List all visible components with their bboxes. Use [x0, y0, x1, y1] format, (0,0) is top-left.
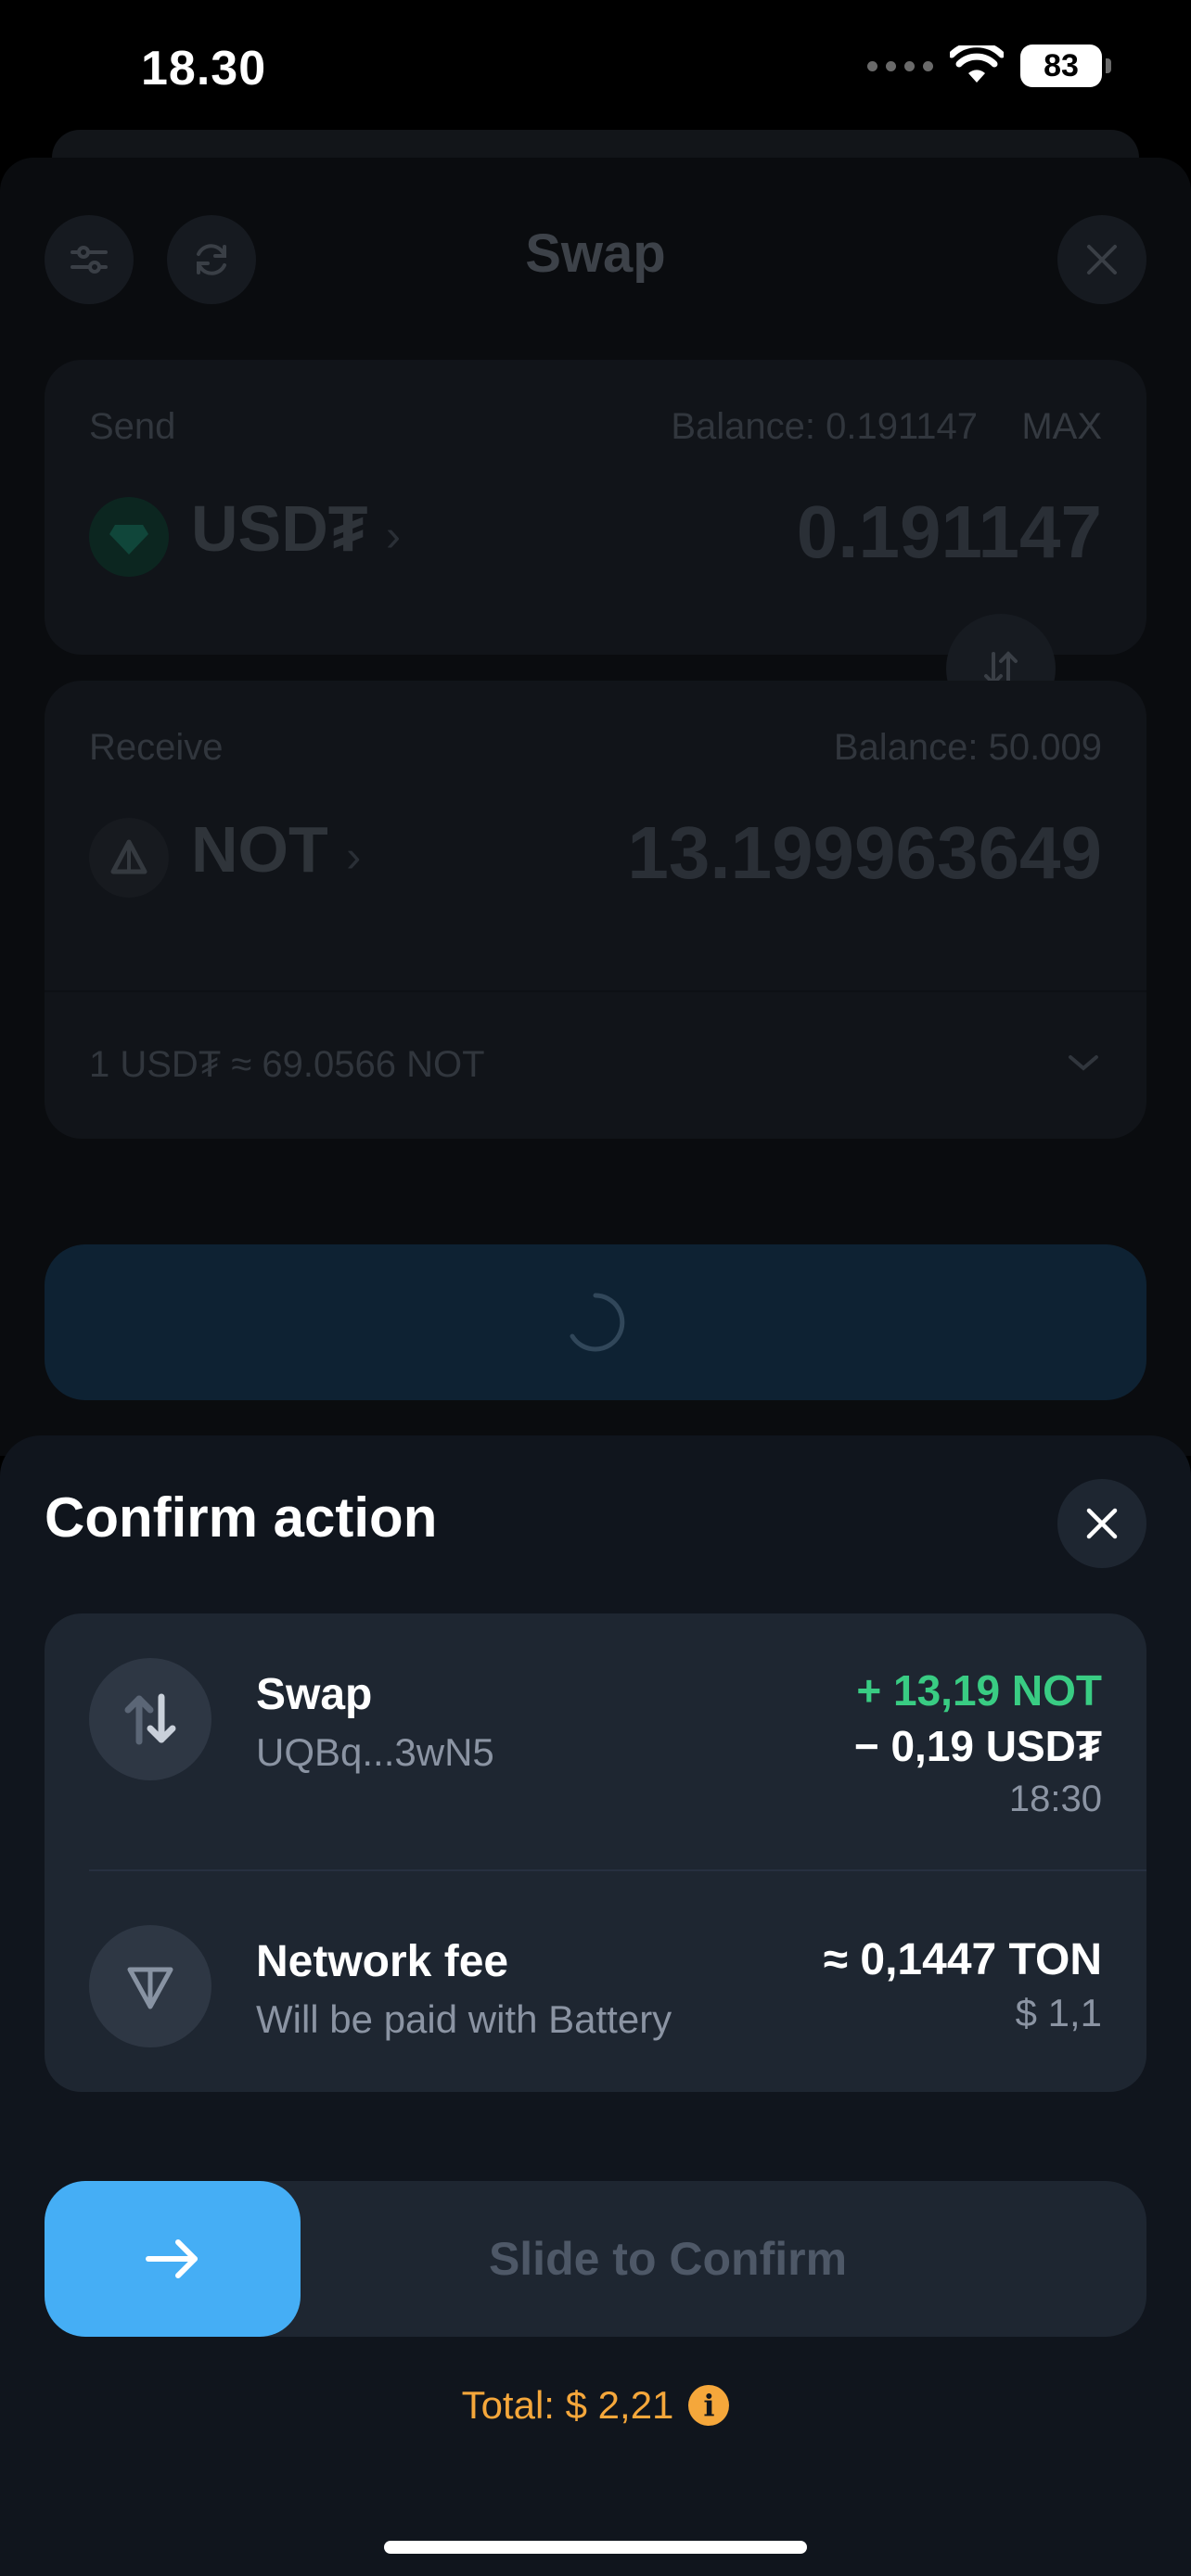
status-bar: 18.30 83: [0, 0, 1191, 139]
battery-icon: 83: [1020, 45, 1111, 87]
action-details-card: Swap UQBq...3wN5 + 13,19 NOT − 0,19 USD₮…: [45, 1613, 1146, 2092]
receive-token-name: NOT: [191, 813, 328, 886]
swap-row-title: Swap: [256, 1670, 373, 1719]
send-card: Send Balance: 0.191147 MAX USD₮ › 0.1911…: [45, 360, 1146, 655]
confirm-action-sheet: Confirm action Swap UQBq...3wN5 + 13,19 …: [0, 1435, 1191, 2576]
not-token-icon: [89, 818, 169, 898]
row-divider: [89, 1869, 1146, 1871]
swap-time: 18:30: [1008, 1779, 1102, 1819]
receive-balance: Balance: 50.009: [833, 727, 1102, 768]
receive-label: Receive: [89, 727, 224, 768]
send-balance: Balance: 0.191147: [671, 406, 978, 447]
swap-row-amounts: + 13,19 NOT − 0,19 USD₮ 18:30: [854, 1665, 1102, 1820]
close-icon: [1086, 1508, 1118, 1539]
swap-close-button[interactable]: [1057, 215, 1146, 304]
chevron-right-icon: ›: [386, 512, 401, 561]
sheet-title: Confirm action: [45, 1486, 438, 1549]
receive-token-selector[interactable]: NOT ›: [191, 812, 361, 886]
fee-row-subtitle: Will be paid with Battery: [256, 1997, 672, 2041]
fee-row-title: Network fee: [256, 1937, 509, 1986]
receive-amount: 13.199963649: [627, 811, 1102, 894]
arrow-right-icon: [146, 2239, 198, 2278]
ton-icon: [127, 1967, 173, 2009]
exchange-rate: 1 USD₮ ≈ 69.0566 NOT: [89, 1044, 485, 1085]
fee-usd: $ 1,1: [1015, 1991, 1102, 2034]
sheet-close-button[interactable]: [1057, 1479, 1146, 1568]
receive-card: Receive Balance: 50.009 NOT › 13.1999636…: [45, 681, 1146, 1139]
rate-details-toggle[interactable]: [1065, 1050, 1102, 1080]
swap-continue-button[interactable]: [45, 1244, 1146, 1400]
slider-handle[interactable]: [45, 2181, 301, 2337]
slide-to-confirm-slider[interactable]: Slide to Confirm: [45, 2181, 1146, 2337]
swap-arrows-icon: [124, 1693, 176, 1745]
chevron-right-icon: ›: [346, 833, 362, 882]
chevron-down-icon: [1069, 1055, 1098, 1071]
sent-amount: − 0,19 USD₮: [853, 1722, 1102, 1770]
swap-row-address: UQBq...3wN5: [256, 1730, 494, 1774]
home-indicator: [384, 2541, 807, 2554]
fee-amount: ≈ 0,1447 TON: [823, 1935, 1102, 1984]
slider-label: Slide to Confirm: [488, 2233, 848, 2285]
cellular-signal-icon: [867, 60, 933, 71]
total-amount: Total: $ 2,21: [461, 2383, 674, 2427]
swap-screen: Swap Send Balance: 0.191147 MAX USD₮ › 0…: [0, 158, 1191, 1456]
status-time: 18.30: [141, 42, 267, 96]
usdt-token-icon: [89, 497, 169, 577]
received-amount: + 13,19 NOT: [856, 1666, 1102, 1715]
swap-title: Swap: [525, 223, 666, 284]
loading-spinner-icon: [570, 1293, 625, 1352]
swap-row-icon: [89, 1658, 211, 1780]
card-divider: [45, 990, 1146, 992]
close-icon: [1087, 245, 1117, 274]
wifi-icon: [950, 45, 1004, 83]
fee-row-icon: [89, 1925, 211, 2047]
total-row: Total: $ 2,21 i: [0, 2383, 1191, 2428]
max-button[interactable]: MAX: [1021, 406, 1102, 448]
send-label: Send: [89, 406, 176, 447]
info-icon[interactable]: i: [688, 2385, 730, 2426]
send-token-name: USD₮: [191, 492, 368, 565]
send-amount-input[interactable]: 0.191147: [797, 490, 1102, 575]
fee-row-amounts: ≈ 0,1447 TON $ 1,1: [824, 1934, 1102, 2035]
status-indicators: 83: [867, 45, 1111, 87]
send-token-selector[interactable]: USD₮ ›: [191, 491, 401, 566]
